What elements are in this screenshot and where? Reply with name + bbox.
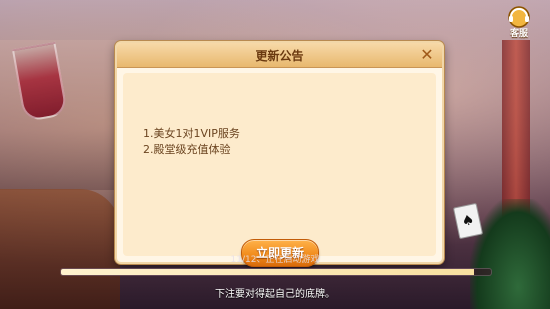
update-notice-dialog: 更新公告 ✕ 1.美女1对1VIP服务 2.殿堂级充值体验 立即更新	[115, 41, 444, 267]
loading-tip: 下注要对得起自己的底牌。	[215, 289, 335, 300]
notice-list: 1.美女1对1VIP服务 2.殿堂级充值体验	[143, 126, 240, 158]
progress-status-text: 11/12、正在启动游戏	[230, 255, 320, 265]
dialog-title: 更新公告	[255, 49, 304, 63]
customer-service-label: 客服	[509, 29, 528, 39]
loading-progress-fill	[61, 269, 474, 275]
customer-service-button[interactable]: 客服	[502, 4, 536, 42]
dialog-body: 1.美女1对1VIP服务 2.殿堂级充值体验 立即更新	[123, 73, 436, 267]
notice-line-1: 1.美女1对1VIP服务	[143, 127, 240, 140]
dialog-header: 更新公告 ✕	[117, 43, 442, 68]
headset-icon	[502, 4, 536, 28]
notice-line-2: 2.殿堂级充值体验	[143, 143, 231, 156]
close-icon[interactable]: ✕	[418, 46, 436, 64]
loading-progress-bar	[60, 268, 492, 276]
